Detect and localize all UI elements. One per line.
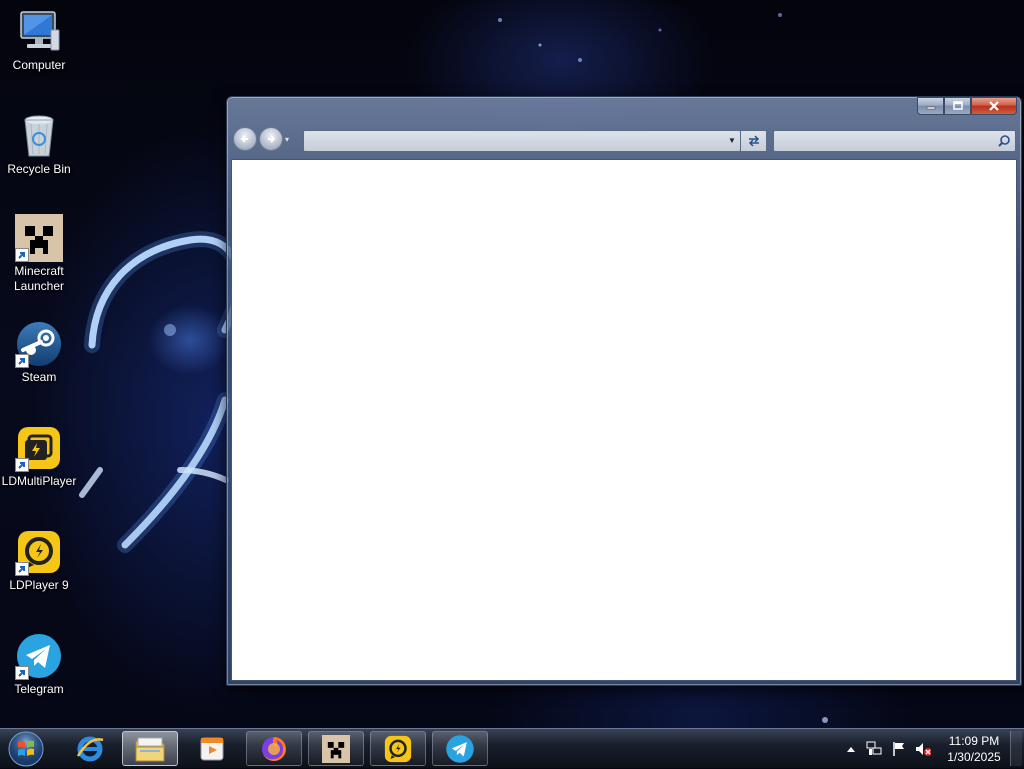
minecraft-creeper-icon bbox=[322, 734, 350, 763]
shortcut-arrow-icon bbox=[15, 562, 29, 576]
close-button[interactable] bbox=[971, 97, 1017, 115]
clock-date: 1/30/2025 bbox=[947, 750, 1001, 764]
back-button[interactable] bbox=[233, 127, 257, 151]
start-button[interactable] bbox=[4, 729, 48, 769]
desktop-icon-recycle-bin[interactable]: Recycle Bin bbox=[0, 112, 78, 177]
caption-buttons bbox=[917, 97, 1017, 115]
search-input[interactable] bbox=[774, 131, 989, 151]
desktop-icon-label: Steam bbox=[21, 370, 57, 384]
windows-orb-icon bbox=[8, 731, 44, 767]
taskbar: 11:09 PM 1/30/2025 bbox=[0, 728, 1024, 768]
recent-pages-dropdown[interactable]: ▾ bbox=[285, 135, 293, 144]
chevron-down-icon[interactable]: ▼ bbox=[726, 135, 738, 147]
flag-icon bbox=[893, 742, 904, 756]
explorer-window[interactable]: ▾ ▼ bbox=[226, 96, 1022, 686]
recycle-bin-icon bbox=[15, 112, 63, 160]
ldmultiplayer-icon bbox=[15, 424, 63, 472]
maximize-icon bbox=[952, 101, 963, 110]
computer-icon bbox=[15, 8, 63, 56]
chevron-up-icon bbox=[847, 747, 855, 752]
speaker-muted-icon bbox=[916, 743, 931, 756]
shortcut-arrow-icon bbox=[15, 458, 29, 472]
minecraft-creeper-icon bbox=[15, 214, 63, 262]
taskbar-internet-explorer[interactable] bbox=[62, 731, 118, 766]
desktop: Computer Recycle Bin Minecraft Launcher … bbox=[0, 0, 1024, 728]
taskbar-windows-explorer[interactable] bbox=[122, 731, 178, 766]
navigation-buttons: ▾ bbox=[233, 127, 293, 151]
close-icon bbox=[989, 101, 999, 111]
desktop-icon-telegram[interactable]: Telegram bbox=[0, 632, 78, 697]
desktop-icon-label: LDMultiPlayer bbox=[1, 474, 77, 488]
ldplayer-icon bbox=[15, 528, 63, 576]
desktop-icon-label: Minecraft Launcher bbox=[13, 264, 65, 293]
shortcut-arrow-icon bbox=[15, 248, 29, 262]
minimize-button[interactable] bbox=[917, 97, 944, 115]
taskbar-minecraft-launcher[interactable] bbox=[308, 731, 364, 766]
ldplayer-icon bbox=[384, 735, 412, 762]
maximize-button[interactable] bbox=[944, 97, 971, 115]
desktop-icon-ldplayer-9[interactable]: LDPlayer 9 bbox=[0, 528, 78, 593]
telegram-icon bbox=[15, 632, 63, 680]
forward-arrow-icon bbox=[268, 135, 276, 143]
desktop-icon-label: Recycle Bin bbox=[7, 162, 71, 176]
desktop-icon-computer[interactable]: Computer bbox=[0, 8, 78, 73]
firefox-icon bbox=[262, 736, 286, 761]
refresh-button[interactable] bbox=[741, 130, 767, 152]
taskbar-media-player[interactable] bbox=[184, 731, 240, 766]
forward-button[interactable] bbox=[259, 127, 283, 151]
network-status-icon bbox=[866, 741, 882, 755]
desktop-icon-label: Telegram bbox=[14, 682, 64, 696]
clock-time: 11:09 PM bbox=[948, 734, 1000, 748]
taskbar-ldplayer[interactable] bbox=[370, 731, 426, 766]
desktop-icon-minecraft-launcher[interactable]: Minecraft Launcher bbox=[0, 214, 78, 294]
taskbar-firefox[interactable] bbox=[246, 731, 302, 766]
desktop-icon-steam[interactable]: Steam bbox=[0, 320, 78, 385]
steam-icon bbox=[15, 320, 63, 368]
address-bar[interactable]: ▼ bbox=[303, 130, 741, 152]
telegram-icon bbox=[446, 734, 474, 763]
back-arrow-icon bbox=[240, 135, 248, 143]
search-box[interactable] bbox=[773, 130, 1016, 152]
taskbar-telegram[interactable] bbox=[432, 731, 488, 766]
shortcut-arrow-icon bbox=[15, 354, 29, 368]
desktop-icon-label: Computer bbox=[12, 58, 66, 72]
system-clock[interactable]: 11:09 PM 1/30/2025 bbox=[938, 733, 1010, 765]
folder-icon bbox=[135, 737, 165, 761]
shortcut-arrow-icon bbox=[15, 666, 29, 680]
desktop-icon-ldmultiplayer[interactable]: LDMultiPlayer bbox=[0, 424, 78, 489]
show-hidden-icons-button[interactable] bbox=[843, 741, 859, 757]
desktop-icon-label: LDPlayer 9 bbox=[9, 578, 69, 592]
refresh-icon bbox=[748, 135, 759, 147]
media-player-icon bbox=[200, 737, 224, 760]
internet-explorer-icon bbox=[76, 736, 104, 761]
search-icon[interactable] bbox=[997, 134, 1011, 148]
action-center-flag-icon[interactable] bbox=[891, 741, 907, 757]
show-desktop-button[interactable] bbox=[1010, 731, 1022, 766]
volume-muted-icon[interactable] bbox=[915, 741, 931, 757]
network-icon[interactable] bbox=[866, 741, 882, 757]
minimize-icon bbox=[926, 106, 935, 110]
window-content-area[interactable] bbox=[231, 159, 1017, 681]
